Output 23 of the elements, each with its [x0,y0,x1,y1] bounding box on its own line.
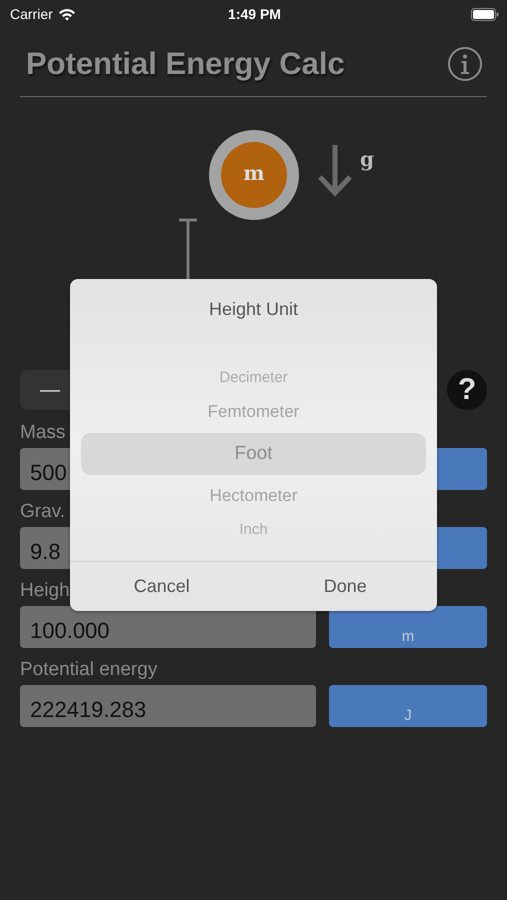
app-title: Potential Energy Calc [26,46,345,82]
field-label: Mass [20,422,66,444]
unit-button[interactable]: J [329,685,487,727]
gravity-symbol: g [360,147,374,171]
dialog-title: Height Unit [208,298,300,321]
field-label: Potential energy [20,659,158,681]
battery-icon [470,8,499,20]
help-button[interactable]: ? [447,370,487,410]
value-field[interactable]: 222419.283 [20,685,316,727]
wifi-icon [58,8,76,20]
picker-option[interactable]: Inch [81,513,426,548]
field-label: Heigh [20,580,70,602]
down-arrow-icon [317,143,353,199]
height-bar-icon [178,218,198,280]
picker-option[interactable]: Foot [81,433,426,476]
mass-symbol: m [243,161,265,185]
picker-option[interactable]: Hectometer [81,479,426,514]
field-label: Grav. [20,501,66,523]
info-icon[interactable] [447,46,483,82]
status-time: 1:49 PM [228,6,281,22]
carrier-name: Carrier [10,6,53,22]
value-field[interactable]: 100.000 [20,606,316,648]
unit-button[interactable]: m [329,606,487,648]
